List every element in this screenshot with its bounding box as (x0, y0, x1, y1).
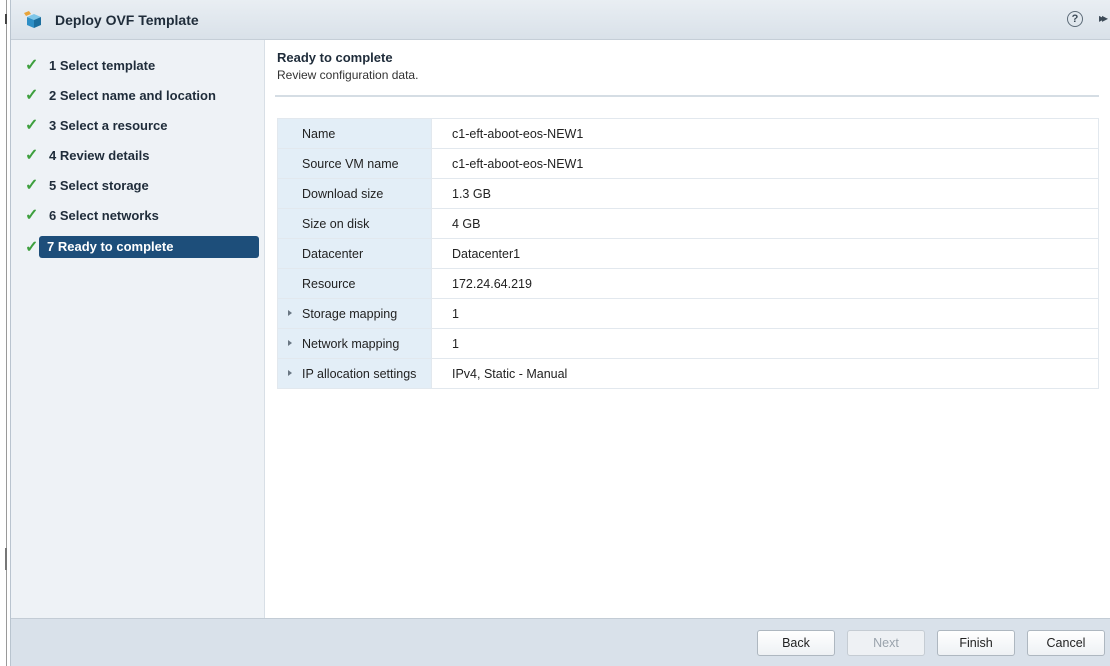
table-row: Source VM name c1-eft-aboot-eos-NEW1 (277, 148, 1099, 179)
wizard-step-label: 1 Select template (49, 58, 156, 73)
wizard-step-label: 4 Review details (49, 148, 150, 163)
row-key-text: Storage mapping (302, 306, 398, 321)
page-title: Ready to complete (277, 50, 393, 65)
row-key-text: Size on disk (302, 216, 370, 231)
wizard-step-1[interactable]: ✓ 1 Select template (11, 52, 265, 80)
checkmark-icon: ✓ (25, 87, 39, 104)
cancel-button[interactable]: Cancel (1027, 630, 1105, 656)
footer-button-bar: Back Next Finish Cancel (11, 618, 1110, 666)
table-row[interactable]: Storage mapping 1 (277, 298, 1099, 329)
table-row[interactable]: Network mapping 1 (277, 328, 1099, 359)
row-value: 1.3 GB (431, 178, 1099, 209)
wizard-step-3[interactable]: ✓ 3 Select a resource (11, 112, 265, 140)
row-key-text: Name (302, 126, 336, 141)
review-table: Name c1-eft-aboot-eos-NEW1 Source VM name c… (277, 118, 1099, 389)
table-row: Name c1-eft-aboot-eos-NEW1 (277, 118, 1099, 149)
wizard-step-7[interactable]: ✓ 7 Ready to complete (11, 234, 265, 262)
wizard-step-4[interactable]: ✓ 4 Review details (11, 142, 265, 170)
row-value: 4 GB (431, 208, 1099, 239)
wizard-step-label: 2 Select name and location (49, 88, 216, 103)
checkmark-icon: ✓ (25, 147, 39, 164)
wizard-step-label: 3 Select a resource (49, 118, 168, 133)
row-key: IP allocation settings (277, 358, 432, 389)
triangle-right-icon[interactable] (288, 340, 292, 346)
checkmark-icon: ✓ (25, 117, 39, 134)
wizard-step-5[interactable]: ✓ 5 Select storage (11, 172, 265, 200)
table-row: Size on disk 4 GB (277, 208, 1099, 239)
window-title: Deploy OVF Template (55, 12, 199, 28)
deploy-ovf-dialog: Deploy OVF Template ? ▸▸ ✓ 1 Select templ… (10, 0, 1110, 666)
edge-tick (5, 548, 7, 570)
wizard-step-label: 7 Ready to complete (39, 236, 259, 258)
checkmark-icon: ✓ (25, 239, 39, 256)
row-key-text: Download size (302, 186, 384, 201)
next-button[interactable]: Next (847, 630, 925, 656)
wizard-steps-sidebar: ✓ 1 Select template ✓ 2 Select name and loc… (11, 40, 265, 618)
table-row: Datacenter Datacenter1 (277, 238, 1099, 269)
back-button[interactable]: Back (757, 630, 835, 656)
divider (275, 95, 1099, 97)
page-subtitle: Review configuration data. (277, 68, 419, 82)
main-content: Ready to complete Review configuration d… (265, 40, 1110, 618)
row-key-text: Source VM name (302, 156, 399, 171)
row-value: IPv4, Static - Manual (431, 358, 1099, 389)
left-edge (0, 0, 10, 666)
row-value: 172.24.64.219 (431, 268, 1099, 299)
row-key: Resource (277, 268, 432, 299)
row-key-text: Network mapping (302, 336, 400, 351)
finish-button[interactable]: Finish (937, 630, 1015, 656)
checkmark-icon: ✓ (25, 207, 39, 224)
wizard-step-2[interactable]: ✓ 2 Select name and location (11, 82, 265, 110)
row-value: 1 (431, 298, 1099, 329)
ovf-package-icon (23, 10, 45, 30)
row-value: Datacenter1 (431, 238, 1099, 269)
row-value: 1 (431, 328, 1099, 359)
checkmark-icon: ✓ (25, 177, 39, 194)
double-chevron-right-icon[interactable]: ▸▸ (1099, 11, 1108, 25)
wizard-step-label: 6 Select networks (49, 208, 159, 223)
table-row[interactable]: IP allocation settings IPv4, Static - Man… (277, 358, 1099, 389)
checkmark-icon: ✓ (25, 57, 39, 74)
row-key: Source VM name (277, 148, 432, 179)
triangle-right-icon[interactable] (288, 310, 292, 316)
row-key: Name (277, 118, 432, 149)
row-key-text: Resource (302, 276, 356, 291)
help-icon[interactable]: ? (1067, 11, 1083, 27)
wizard-step-label: 5 Select storage (49, 178, 149, 193)
row-key: Network mapping (277, 328, 432, 359)
table-row: Resource 172.24.64.219 (277, 268, 1099, 299)
table-row: Download size 1.3 GB (277, 178, 1099, 209)
row-key: Storage mapping (277, 298, 432, 329)
titlebar: Deploy OVF Template ? ▸▸ (11, 0, 1110, 40)
row-value: c1-eft-aboot-eos-NEW1 (431, 148, 1099, 179)
row-key-text: Datacenter (302, 246, 364, 261)
row-value: c1-eft-aboot-eos-NEW1 (431, 118, 1099, 149)
row-key: Size on disk (277, 208, 432, 239)
row-key: Datacenter (277, 238, 432, 269)
wizard-step-6[interactable]: ✓ 6 Select networks (11, 202, 265, 230)
triangle-right-icon[interactable] (288, 370, 292, 376)
edge-tick (5, 14, 7, 24)
row-key: Download size (277, 178, 432, 209)
row-key-text: IP allocation settings (302, 366, 417, 381)
